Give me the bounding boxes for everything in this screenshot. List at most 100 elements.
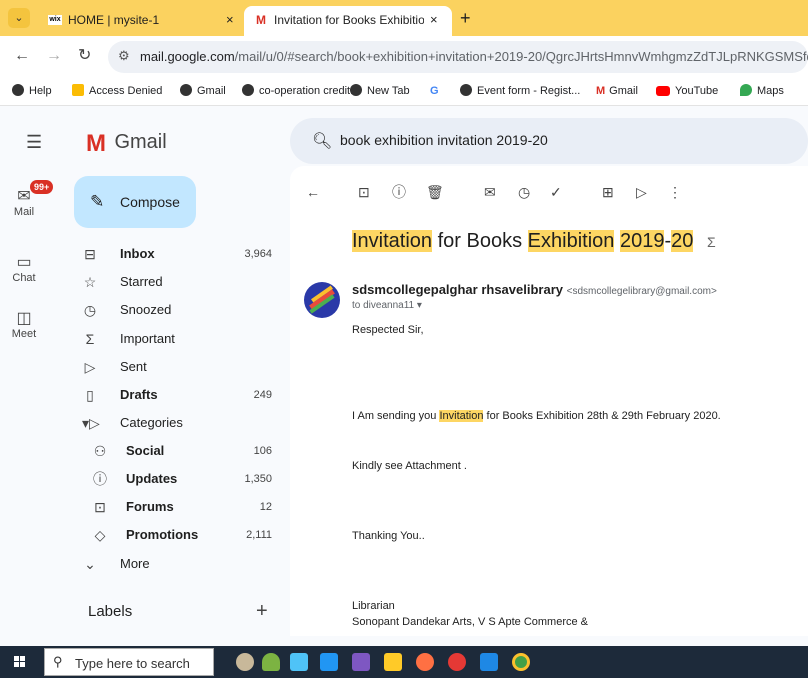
bookmark-maps[interactable]: Maps [740,84,784,98]
bookmark-gmail-1[interactable]: Gmail [180,84,226,98]
close-icon[interactable]: × [226,6,234,34]
forward-icon[interactable]: → [46,47,62,65]
rail-chat[interactable]: ▭ Chat [0,254,48,284]
snooze-icon[interactable]: ◷ [518,184,530,200]
bookmark-new-tab[interactable]: New Tab [350,84,410,98]
chat-icon: ▭ [16,254,32,271]
recipient-text: to diveanna11 [352,300,415,311]
compose-button[interactable]: ✎ Compose [74,176,196,228]
nav-count: 12 [259,501,272,513]
app-icon[interactable] [352,653,370,671]
nav-snoozed[interactable]: ◷ Snoozed [72,297,280,323]
sender-name: sdsmcollegepalghar rhsavelibrary [352,282,563,297]
bookmark-google[interactable]: G [430,84,439,98]
delete-icon[interactable]: 🗑︎ [426,184,444,200]
nav-social[interactable]: ⚇ Social 106 [82,438,280,464]
rail-meet[interactable]: ◫ Meet [0,310,48,340]
subject-highlight: 20 [671,230,694,252]
reload-icon[interactable]: ↻ [78,47,91,65]
nav-forums[interactable]: ⊡ Forums 12 [82,494,280,520]
store-icon[interactable] [290,653,308,671]
info-icon: ⓘ [93,471,107,487]
nav-updates[interactable]: ⓘ Updates 1,350 [82,466,280,492]
nav-sent[interactable]: ▷ Sent [72,354,280,380]
nav-categories[interactable]: ▾▷ Categories [72,410,280,436]
add-label-button[interactable]: + [256,600,268,623]
nav-promotions[interactable]: ◇ Promotions 2,111 [82,522,280,548]
person-app-icon[interactable] [236,653,254,671]
nav-inbox[interactable]: ⊟ Inbox 3,964 [72,241,280,267]
back-to-search-icon[interactable]: ← [306,184,320,200]
back-icon[interactable]: ← [14,47,30,65]
signature-line-1: Librarian [352,600,395,612]
search-bar[interactable]: 🔍︎ book exhibition invitation 2019-20 [290,118,808,164]
taskbar-search[interactable]: ⚲ Type here to search [44,648,214,676]
taskbar-search-text: Type here to search [75,656,190,671]
url-path: /mail/u/0/#search/book+exhibition+invita… [234,49,808,64]
nav-label: Snoozed [120,302,172,317]
nav-starred[interactable]: ☆ Starred [72,269,280,295]
bookmark-event-form[interactable]: Event form - Regist... [460,84,580,98]
mail-app-icon[interactable] [320,653,338,671]
sender[interactable]: sdsmcollegepalghar rhsavelibrary <sdsmco… [352,282,717,297]
bookmark-gmail-2[interactable]: M Gmail [596,84,638,98]
app-spark-icon[interactable] [448,653,466,671]
main-menu-icon[interactable]: ☰ [26,132,42,153]
address-bar[interactable]: ⚙ mail.google.com/mail/u/0/#search/book+… [108,41,808,73]
bookmark-access-denied[interactable]: Access Denied [72,84,162,98]
tab-invitation[interactable]: M Invitation for Books Exhibition 2 × [244,6,452,36]
email-line-3: Thanking You.. [352,530,425,542]
file-explorer-icon[interactable] [384,653,402,671]
start-tile [20,656,25,661]
avatar[interactable] [304,282,340,318]
tab-search-button[interactable]: ⌄ [8,8,30,28]
nav-drafts[interactable]: ▯ Drafts 249 [72,382,280,408]
nav-label: Updates [126,471,178,486]
flask-app-icon[interactable] [262,653,280,671]
nav-label: Sent [120,359,147,374]
label-icon: ▾▷ [82,415,100,431]
move-to-icon[interactable]: ⊞ [602,184,614,200]
label-icon[interactable]: ▷ [636,184,647,200]
search-icon: ⚲ [53,654,63,669]
more-options-icon[interactable]: ⋮ [668,184,682,200]
windows-start-icon[interactable] [14,656,26,668]
drive-icon [72,84,84,96]
caret-down-icon: ▾ [416,300,422,311]
new-tab-button[interactable]: + [460,8,471,28]
nav-label: Starred [120,274,163,289]
firefox-icon[interactable] [416,653,434,671]
report-spam-icon[interactable]: ⓘ [392,184,406,200]
close-icon[interactable]: × [430,6,438,34]
subject-highlight: Invitation [352,230,433,252]
recipient-line[interactable]: to diveanna11 ▾ [352,300,422,311]
nav-more[interactable]: ⌄ More [72,551,280,577]
word-icon[interactable] [480,653,498,671]
gmail-logo[interactable]: M Gmail [86,130,167,158]
inbox-icon: ⊟ [84,246,96,262]
add-task-icon[interactable]: ✓ [550,184,562,200]
maps-pin-icon [740,84,752,96]
bookmark-help[interactable]: Help [12,84,52,98]
nav-label: Promotions [126,527,199,542]
bookmark-label: co-operation credit... [259,85,360,97]
search-icon[interactable]: 🔍︎ [312,131,332,151]
site-settings-icon[interactable]: ⚙ [118,48,130,64]
tab-home-mysite[interactable]: wix HOME | mysite-1 × [40,6,244,36]
nav-count: 1,350 [244,473,272,485]
mark-unread-icon[interactable]: ✉ [484,184,496,200]
important-marker-icon[interactable]: Σ [707,234,716,250]
labels-heading: Labels [88,603,133,620]
nav-important[interactable]: Σ Important [72,326,280,352]
search-input[interactable]: book exhibition invitation 2019-20 [340,132,548,148]
chrome-icon[interactable] [512,653,530,671]
bookmark-cooperation[interactable]: co-operation credit... [242,84,359,98]
archive-icon[interactable]: ⊡ [358,184,370,200]
nav-label: Inbox [120,246,155,261]
subject-highlight: 2019 [619,230,665,252]
rail-label: Meet [11,328,37,340]
nav-label: Important [120,331,175,346]
clock-icon: ◷ [83,302,97,318]
bookmark-youtube[interactable]: YouTube [656,84,718,98]
browser-toolbar: ← → ↻ ⚙ mail.google.com/mail/u/0/#search… [0,36,808,78]
